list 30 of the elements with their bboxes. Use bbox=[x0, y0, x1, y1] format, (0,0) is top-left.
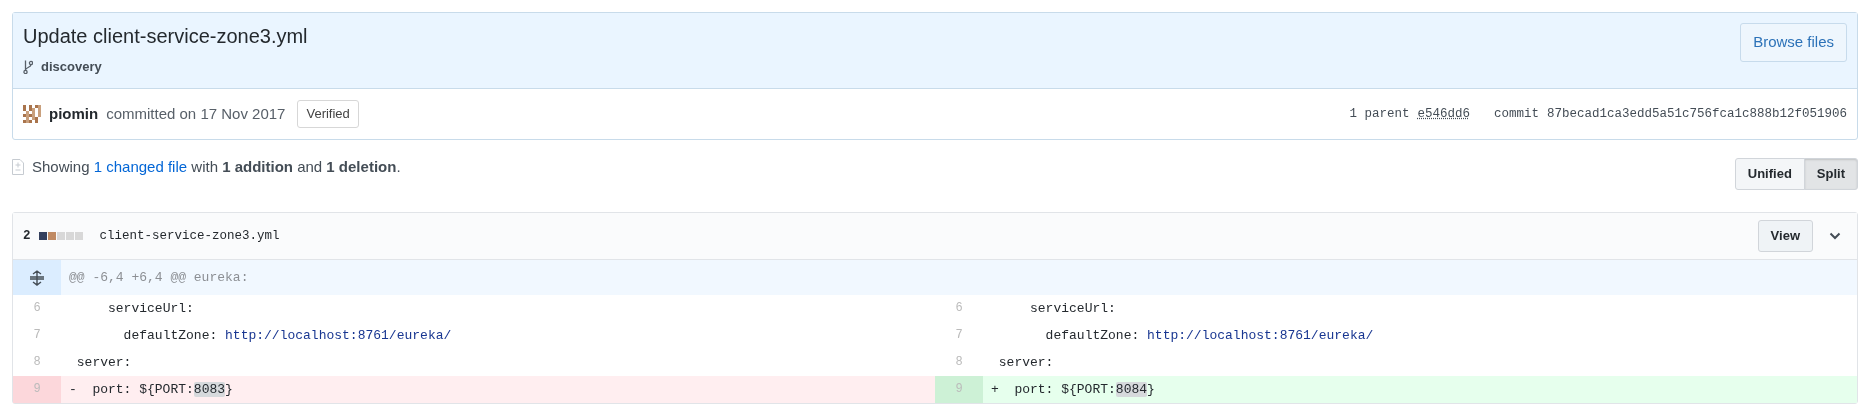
change-count: 2 bbox=[23, 227, 31, 245]
code-line: defaultZone: http://localhost:8761/eureka/ bbox=[122, 327, 453, 345]
commit-label: commit bbox=[1493, 105, 1539, 123]
file-name: client-service-zone3.yml bbox=[99, 227, 280, 245]
commit-date: committed on 17 Nov 2017 bbox=[106, 103, 286, 124]
view-file-button[interactable]: View bbox=[1757, 220, 1813, 252]
view-toggle-tab[interactable]: Unified bbox=[1734, 158, 1805, 190]
hunk-header: @@ -6,4 +6,4 @@ eureka: bbox=[69, 268, 249, 287]
author-link[interactable]: piomin bbox=[49, 102, 99, 126]
branch-name[interactable]: discovery bbox=[41, 57, 102, 77]
code-line: server: bbox=[997, 354, 1055, 372]
avatar-icon bbox=[23, 105, 41, 123]
code-line: defaultZone: http://localhost:8761/eureka/ bbox=[1044, 327, 1375, 345]
commit-title: Update client-service-zone3.yml bbox=[23, 24, 308, 49]
branch-icon bbox=[23, 59, 33, 74]
changed-files-link[interactable]: 1 changed file bbox=[93, 158, 188, 175]
verified-badge[interactable]: Verified bbox=[297, 100, 359, 128]
code-line: serviceUrl: bbox=[1029, 300, 1117, 318]
file-diff-icon bbox=[12, 159, 24, 176]
chevron-icon[interactable] bbox=[1829, 232, 1841, 240]
parents-label: 1 parent bbox=[1349, 105, 1410, 123]
view-toggle-tab[interactable]: Split bbox=[1803, 158, 1858, 190]
browse-files-button[interactable]: Browse files bbox=[1740, 23, 1847, 62]
code-line: serviceUrl: bbox=[107, 300, 195, 318]
summary-text: Showing 1 changed file with 1 addition and 1 deletion. bbox=[32, 157, 401, 177]
expand-icon[interactable] bbox=[29, 269, 45, 286]
line-number: 9 bbox=[13, 376, 61, 403]
commit-sha: 87becad1ca3edd5a51c756fca1c888b12f051906 bbox=[1546, 105, 1847, 123]
parent-sha-link[interactable]: e546dd6 bbox=[1417, 104, 1470, 124]
code-line: server: bbox=[75, 354, 133, 372]
